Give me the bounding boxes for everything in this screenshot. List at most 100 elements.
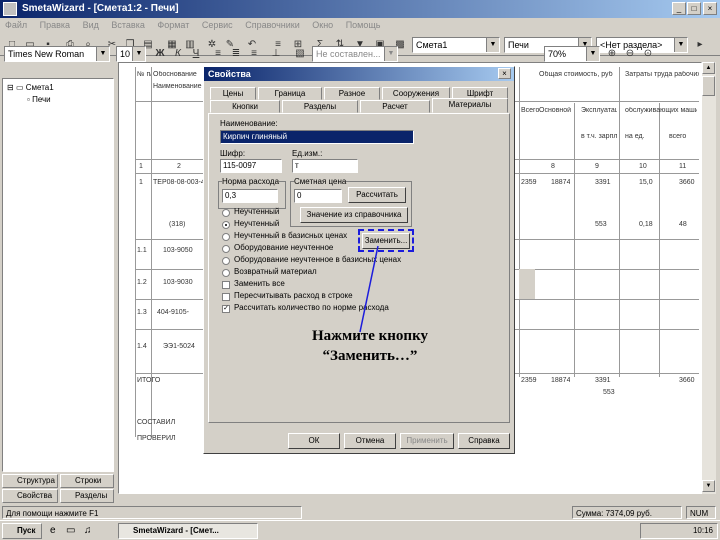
minimize-button[interactable]: _ (672, 2, 686, 15)
menu-window[interactable]: Окно (307, 18, 338, 32)
tab-buttons[interactable]: Кнопки (210, 100, 280, 113)
maximize-button[interactable]: □ (687, 2, 701, 15)
ie-icon[interactable]: e (50, 525, 56, 536)
unit-input[interactable]: т (292, 159, 358, 173)
window-title: SmetaWizard - [Смета1:2 - Печи] (22, 3, 179, 14)
row-code[interactable]: 404-9105- (157, 309, 189, 316)
tab-calc[interactable]: Расчет (360, 100, 430, 113)
help-button[interactable]: Справка (458, 433, 510, 449)
radio-option-3[interactable] (222, 233, 230, 241)
task-smetawizard[interactable]: SmetaWizard - [Смет... (118, 523, 258, 539)
radio-option-2[interactable] (222, 221, 230, 229)
radio-option-5[interactable] (222, 257, 230, 265)
apply-button[interactable]: Применить (400, 433, 454, 449)
style-select[interactable]: Не составлен... ▼ (312, 46, 398, 62)
tab-misc[interactable]: Разное (324, 87, 380, 100)
tree-child-label: Печи (32, 95, 51, 104)
tab-sections[interactable]: Разделы (282, 100, 358, 113)
radio-option-6[interactable] (222, 269, 230, 277)
row-value: 15,0 (639, 179, 653, 186)
status-help: Для помощи нажмите F1 (2, 506, 302, 519)
radio-option-1[interactable] (222, 209, 230, 217)
total-label: ИТОГО (137, 377, 161, 384)
col-header-basis: Обоснование (153, 71, 197, 78)
menu-file[interactable]: Файл (0, 18, 32, 32)
col-number: 10 (639, 163, 647, 170)
structure-tree: ⊟ ▭ Смета1 ▫ Печи (2, 78, 114, 472)
price-label: Сметная цена (294, 177, 347, 186)
grid-line (135, 67, 136, 437)
tab-structure[interactable]: Структура (2, 474, 58, 488)
menu-help[interactable]: Помощь (341, 18, 386, 32)
checkbox-recalc[interactable] (222, 293, 230, 301)
total-value: 553 (603, 389, 615, 396)
checkbox-calc-qty[interactable]: ✓ (222, 305, 230, 313)
row-num: 1 (139, 179, 143, 186)
scroll-down-icon[interactable]: ▼ (702, 480, 715, 492)
row-code[interactable]: ТЕР08-08-003-4 (153, 179, 205, 186)
app-icon[interactable] (3, 2, 17, 16)
norm-input[interactable]: 0,3 (222, 189, 278, 203)
start-button[interactable]: Пуск (2, 523, 42, 539)
scroll-thumb[interactable] (702, 76, 715, 96)
style-icon[interactable]: ▧ (292, 46, 308, 62)
col-header-all: всего (669, 133, 687, 140)
price-input[interactable]: 0 (294, 189, 342, 203)
tab-border[interactable]: Граница (258, 87, 322, 100)
font-select-value: Times New Roman (8, 49, 85, 59)
dialog-close-icon[interactable]: × (498, 68, 511, 79)
zoom-select[interactable]: 70% ▼ (544, 46, 600, 62)
cancel-button[interactable]: Отмена (344, 433, 396, 449)
checkbox-label: Заменить все (234, 279, 285, 288)
tab-prices[interactable]: Цены (210, 87, 256, 100)
total-value: 3660 (679, 377, 695, 384)
row-code[interactable]: ЭЭ1-5024 (163, 343, 195, 350)
scroll-up-icon[interactable]: ▲ (702, 62, 715, 74)
col-header-service: обслуживающих машины (625, 107, 697, 114)
checkbox-replace-all[interactable] (222, 281, 230, 289)
tab-sections[interactable]: Разделы (60, 489, 114, 503)
bold-button[interactable]: Ж (152, 46, 168, 62)
calculate-button[interactable]: Рассчитать (348, 187, 406, 203)
align-center-icon[interactable]: ≣ (228, 46, 244, 62)
menu-edit[interactable]: Правка (35, 18, 75, 32)
instruction-callout: Нажмите кнопку “Заменить…” (270, 326, 470, 366)
row-num: 1.3 (137, 309, 147, 316)
menu-refs[interactable]: Справочники (240, 18, 305, 32)
name-input[interactable]: Кирпич глиняный (220, 130, 414, 144)
status-bar: Для помощи нажмите F1 Сумма: 7374,09 руб… (0, 505, 720, 520)
zoom-fit-icon[interactable]: ⊙ (640, 46, 656, 62)
row-code[interactable]: 103-9030 (163, 279, 193, 286)
underline-button[interactable]: Ч (188, 46, 204, 62)
align-right-icon[interactable]: ≡ (246, 46, 262, 62)
grid-line (574, 103, 575, 377)
size-select[interactable]: 10 ▼ (116, 46, 146, 62)
vertical-scrollbar[interactable]: ▲ ▼ (702, 62, 716, 494)
tab-materials[interactable]: Материалы (432, 98, 508, 113)
font-select[interactable]: Times New Roman ▼ (4, 46, 110, 62)
expand-icon[interactable]: ⊟ (7, 83, 14, 92)
close-button[interactable]: × (703, 2, 717, 15)
unit-label: Ед.изм.: (292, 149, 323, 158)
tree-child[interactable]: ▫ Печи (27, 95, 51, 104)
tab-rows[interactable]: Строки (60, 474, 114, 488)
radio-option-4[interactable] (222, 245, 230, 253)
zoom-out-icon[interactable]: ⊖ (622, 46, 638, 62)
menu-insert[interactable]: Вставка (106, 18, 149, 32)
tab-properties[interactable]: Свойства (2, 489, 58, 503)
menu-format[interactable]: Формат (152, 18, 194, 32)
from-reference-button[interactable]: Значение из справочника (300, 207, 408, 223)
align-left-icon[interactable]: ≡ (210, 46, 226, 62)
menu-service[interactable]: Сервис (197, 18, 238, 32)
italic-button[interactable]: К (170, 46, 186, 62)
tree-root[interactable]: ⊟ ▭ Смета1 (7, 83, 54, 92)
ok-button[interactable]: ОК (288, 433, 340, 449)
col-header-incl-salary: в т.ч. зарплаты (581, 133, 617, 140)
row-code[interactable]: 103-9050 (163, 247, 193, 254)
format-icon[interactable]: ⊥ (268, 46, 284, 62)
menu-view[interactable]: Вид (78, 18, 104, 32)
zoom-in-icon[interactable]: ⊕ (604, 46, 620, 62)
desktop-icon[interactable]: ▭ (66, 525, 75, 536)
media-icon[interactable]: ♫ (84, 525, 92, 536)
code-input[interactable]: 115-0097 (220, 159, 282, 173)
